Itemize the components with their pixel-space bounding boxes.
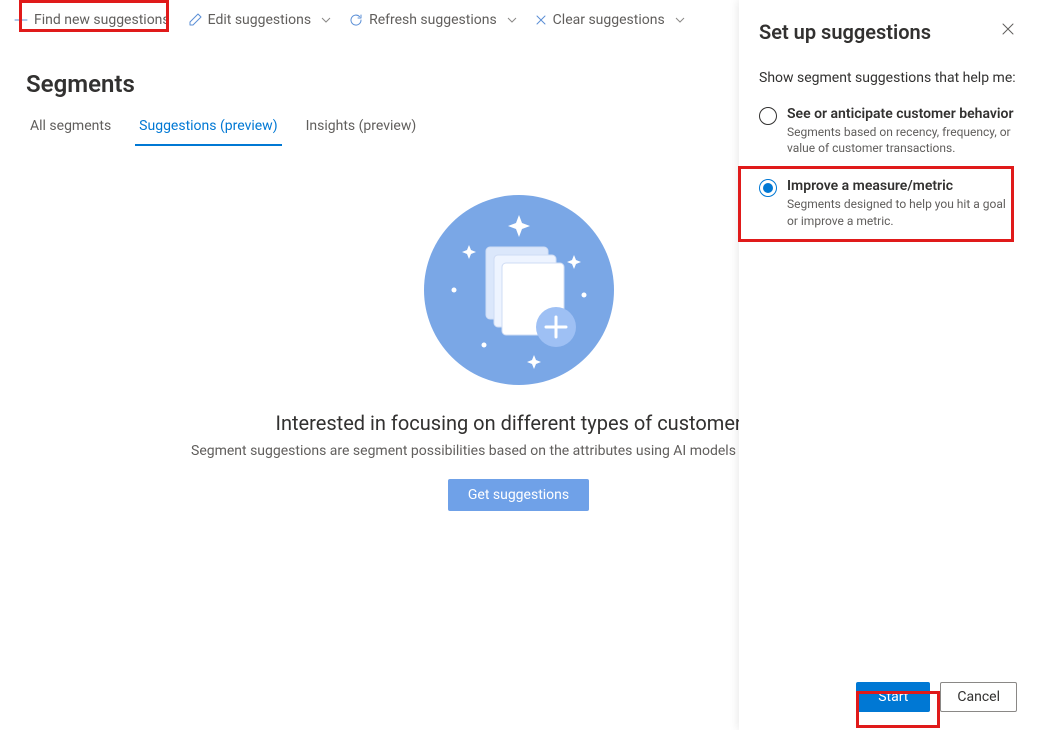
tab-insights[interactable]: Insights (preview) — [302, 112, 421, 146]
chevron-down-icon — [675, 15, 685, 25]
get-suggestions-button[interactable]: Get suggestions — [448, 479, 589, 511]
radio-unchecked-icon — [759, 107, 777, 125]
radio-option-improve-measure[interactable]: Improve a measure/metric Segments design… — [759, 176, 1017, 230]
radio-desc-customer-behavior: Segments based on recency, frequency, or… — [787, 124, 1017, 156]
refresh-suggestions-label: Refresh suggestions — [369, 12, 497, 28]
panel-title: Set up suggestions — [759, 20, 931, 44]
find-new-suggestions-label: Find new suggestions — [34, 12, 170, 28]
tab-all-segments[interactable]: All segments — [26, 112, 115, 146]
radio-label-improve-measure: Improve a measure/metric — [787, 178, 1017, 194]
radio-option-customer-behavior[interactable]: See or anticipate customer behavior Segm… — [759, 104, 1017, 158]
chevron-down-icon — [507, 15, 517, 25]
panel-header: Set up suggestions — [759, 20, 1017, 44]
radio-desc-improve-measure: Segments designed to help you hit a goal… — [787, 196, 1017, 228]
close-icon — [535, 14, 547, 26]
clear-suggestions-label: Clear suggestions — [553, 12, 665, 28]
suggestion-type-radio-group: See or anticipate customer behavior Segm… — [759, 104, 1017, 231]
chevron-down-icon — [321, 15, 331, 25]
suggestions-illustration-icon — [424, 195, 614, 385]
start-button[interactable]: Start — [856, 682, 930, 712]
radio-label-customer-behavior: See or anticipate customer behavior — [787, 106, 1017, 122]
find-new-suggestions-button[interactable]: Find new suggestions — [6, 8, 178, 32]
panel-close-button[interactable] — [999, 20, 1017, 38]
app-root: Find new suggestions Edit suggestions Re… — [0, 0, 1037, 730]
refresh-icon — [349, 13, 363, 27]
edit-suggestions-label: Edit suggestions — [208, 12, 311, 28]
empty-heading: Interested in focusing on different type… — [276, 411, 762, 435]
edit-suggestions-button[interactable]: Edit suggestions — [180, 8, 339, 32]
tab-suggestions[interactable]: Suggestions (preview) — [135, 112, 281, 146]
clear-suggestions-button[interactable]: Clear suggestions — [527, 8, 693, 32]
plus-icon — [14, 13, 28, 27]
refresh-suggestions-button[interactable]: Refresh suggestions — [341, 8, 525, 32]
edit-icon — [188, 13, 202, 27]
radio-checked-icon — [759, 179, 777, 197]
panel-footer: Start Cancel — [759, 670, 1017, 730]
panel-prompt: Show segment suggestions that help me: — [759, 70, 1017, 86]
setup-suggestions-panel: Set up suggestions Show segment suggesti… — [739, 0, 1037, 730]
cancel-button[interactable]: Cancel — [940, 682, 1017, 712]
